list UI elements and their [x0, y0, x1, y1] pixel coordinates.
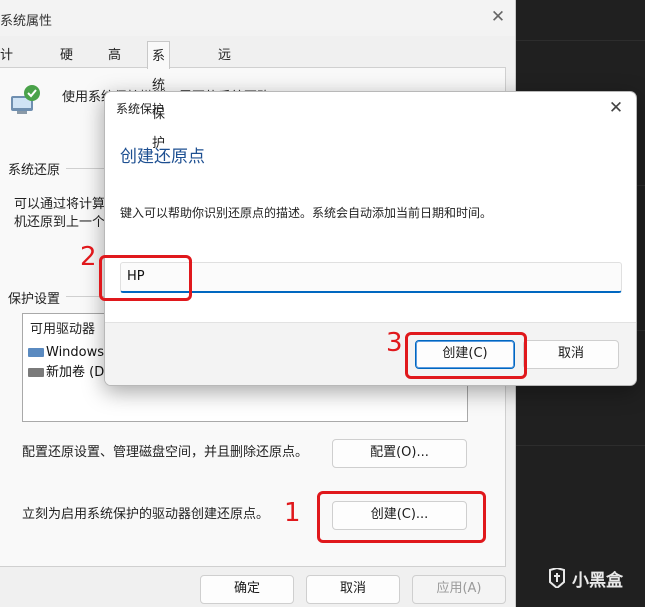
watermark-text: 小黑盒 [572, 571, 623, 591]
configure-button[interactable]: 配置(O)... [332, 439, 467, 468]
tab-hardware[interactable]: 硬件 [56, 44, 77, 87]
apply-button[interactable]: 应用(A) [412, 575, 506, 604]
tab-system-protection[interactable]: 系统保护 [147, 41, 171, 151]
cancel-button[interactable]: 取消 [306, 575, 400, 604]
create-text: 立刻为启用系统保护的驱动器创建还原点。 [22, 507, 270, 522]
drive-icon [28, 368, 44, 377]
system-restore-text: 可以通过将计算机还原到上一个还原点，撤消系统更改。 [14, 197, 106, 230]
tab-computer-name[interactable]: 计算机名 [0, 44, 17, 135]
tab-remote[interactable]: 远程 [214, 44, 235, 87]
system-restore-label: 系统还原 [8, 159, 67, 178]
step-number-2: 2 [80, 242, 97, 272]
restore-point-description-input[interactable]: HP [120, 262, 622, 293]
system-drive-icon [28, 348, 44, 357]
protection-settings-label: 保护设置 [8, 288, 67, 307]
ok-button[interactable]: 确定 [200, 575, 294, 604]
dialog-cancel-button[interactable]: 取消 [523, 340, 619, 369]
drive-list-header: 可用驱动器 [30, 322, 96, 337]
drive-row[interactable]: 新加卷 (D:) [28, 361, 114, 380]
highlight-box-step2 [99, 255, 192, 301]
title-bar: 系统属性 ✕ [0, 0, 515, 36]
heybox-logo-icon [549, 568, 565, 588]
close-icon[interactable]: ✕ [604, 96, 628, 120]
dialog-description: 键入可以帮助你识别还原点的描述。系统会自动添加当前日期和时间。 [120, 206, 493, 220]
tab-advanced[interactable]: 高级 [104, 44, 125, 87]
highlight-box-step1 [317, 491, 486, 543]
highlight-box-step3 [405, 332, 527, 379]
create-restore-point-dialog: 系统保护 ✕ 创建还原点 键入可以帮助你识别还原点的描述。系统会自动添加当前日期… [104, 91, 637, 386]
window-title: 系统属性 [0, 14, 53, 29]
step-number-1: 1 [284, 498, 301, 528]
dialog-footer: 创建(C) 取消 [105, 322, 636, 385]
step-number-3: 3 [386, 328, 403, 358]
system-protection-icon [11, 85, 40, 114]
close-icon[interactable]: ✕ [487, 6, 509, 28]
configure-text: 配置还原设置、管理磁盘空间，并且删除还原点。 [22, 445, 309, 460]
